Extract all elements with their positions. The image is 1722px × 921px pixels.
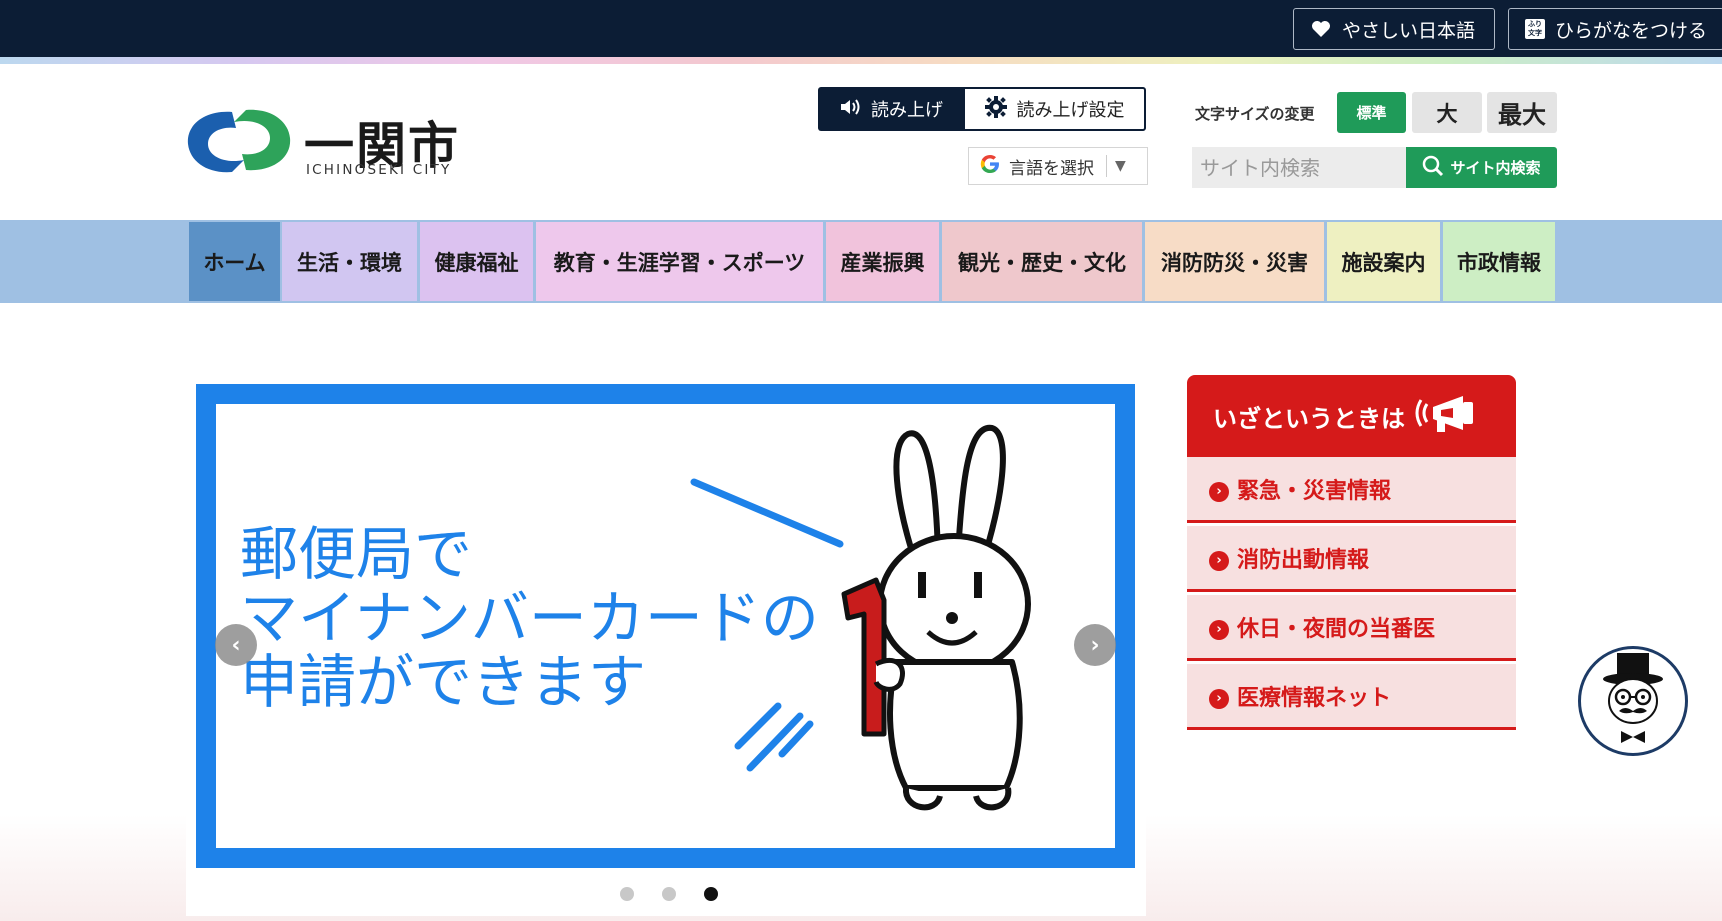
- nav-item-health-welfare[interactable]: 健康福祉: [420, 222, 533, 301]
- logo-english-name: ICHINOSEKI CITY: [306, 162, 452, 178]
- furigana-icon: ふり文字: [1525, 19, 1545, 39]
- nav-item-label: 市政情報: [1457, 250, 1541, 275]
- nav-item-label: 観光・歴史・文化: [958, 250, 1126, 275]
- site-search-input[interactable]: [1192, 147, 1408, 188]
- search-icon: [1422, 155, 1444, 181]
- google-icon: [979, 153, 1001, 180]
- read-aloud-settings-label: 読み上げ設定: [1016, 100, 1125, 121]
- nav-item-facilities[interactable]: 施設案内: [1327, 222, 1440, 301]
- nav-item-city-info[interactable]: 市政情報: [1443, 222, 1555, 301]
- dropdown-arrow-icon: ▼: [1115, 158, 1126, 174]
- slider-dot-1[interactable]: [620, 887, 634, 901]
- city-emblem-icon: [187, 109, 291, 173]
- language-select[interactable]: 言語を選択 ▼: [968, 147, 1148, 185]
- divider: [1106, 155, 1107, 177]
- nav-item-home[interactable]: ホーム: [189, 222, 280, 301]
- nav-item-label: 生活・環境: [297, 250, 402, 275]
- nav-item-education-sports[interactable]: 教育・生涯学習・スポーツ: [536, 222, 823, 301]
- site-logo[interactable]: 一関市 ICHINOSEKI CITY: [184, 104, 484, 184]
- font-size-label: 文字サイズの変更: [1195, 105, 1315, 123]
- slide-my-number-card[interactable]: 郵便局で マイナンバーカードの 申請ができます: [196, 384, 1135, 868]
- nav-item-label: ホーム: [203, 250, 266, 275]
- font-size-large-button[interactable]: 大: [1412, 92, 1482, 133]
- nav-item-label: 教育・生涯学習・スポーツ: [553, 250, 806, 275]
- furigana-label: ひらがなをつける: [1555, 19, 1708, 42]
- gentleman-mascot-icon: [1603, 653, 1663, 743]
- emergency-link-label: 消防出動情報: [1237, 547, 1370, 573]
- nav-item-tourism-history[interactable]: 観光・歴史・文化: [942, 222, 1142, 301]
- read-aloud-settings-button[interactable]: 読み上げ設定: [963, 87, 1146, 131]
- slider-prev-button[interactable]: ‹: [215, 624, 257, 666]
- read-aloud-button[interactable]: 読み上げ: [818, 87, 964, 131]
- emergency-link-label: 休日・夜間の当番医: [1237, 616, 1436, 642]
- site-search-button-label: サイト内検索: [1450, 159, 1541, 177]
- slider-dot-3[interactable]: [704, 887, 718, 901]
- nav-item-label: 産業振興: [840, 250, 925, 275]
- slider-dots: [620, 887, 718, 901]
- mascot-help-button[interactable]: [1578, 646, 1688, 756]
- emergency-link-fire-dispatch[interactable]: › 消防出動情報: [1187, 526, 1516, 592]
- chevron-right-icon: ›: [1209, 688, 1229, 709]
- slider-next-button[interactable]: ›: [1074, 624, 1116, 666]
- emergency-link-label: 緊急・災害情報: [1237, 478, 1392, 504]
- nav-item-label: 消防防災・災害: [1161, 250, 1308, 275]
- emergency-panel-header: いざというときは: [1187, 375, 1516, 457]
- emergency-link-medical-info[interactable]: › 医療情報ネット: [1187, 664, 1516, 730]
- heart-icon: [1310, 18, 1332, 40]
- emergency-link-disaster[interactable]: › 緊急・災害情報: [1187, 457, 1516, 523]
- furigana-button[interactable]: ふり文字 ひらがなをつける: [1508, 8, 1722, 50]
- gear-icon: [984, 95, 1007, 123]
- site-search-button[interactable]: サイト内検索: [1406, 147, 1557, 188]
- hero-slider: 郵便局で マイナンバーカードの 申請ができます: [186, 370, 1146, 916]
- read-aloud-label: 読み上げ: [871, 100, 943, 121]
- slider-dot-2[interactable]: [662, 887, 676, 901]
- chevron-right-icon: ›: [1209, 619, 1229, 640]
- nav-item-label: 健康福祉: [434, 250, 519, 275]
- nav-item-life-environment[interactable]: 生活・環境: [282, 222, 417, 301]
- language-select-label: 言語を選択: [1009, 158, 1094, 179]
- rainbow-stripe: [0, 57, 1722, 64]
- emergency-link-label: 医療情報ネット: [1237, 685, 1392, 711]
- nav-item-industry[interactable]: 産業振興: [826, 222, 939, 301]
- easy-japanese-button[interactable]: やさしい日本語: [1293, 8, 1495, 50]
- chevron-right-icon: ›: [1209, 481, 1229, 502]
- font-size-standard-button[interactable]: 標準: [1337, 92, 1406, 133]
- chevron-right-icon: ›: [1209, 550, 1229, 571]
- speaker-icon: [839, 97, 861, 122]
- easy-japanese-label: やさしい日本語: [1342, 19, 1476, 42]
- mynumber-rabbit-illustration: [690, 424, 1031, 811]
- global-nav: ホーム 生活・環境 健康福祉 教育・生涯学習・スポーツ 産業振興 観光・歴史・文…: [0, 220, 1722, 303]
- emergency-link-on-duty-doctor[interactable]: › 休日・夜間の当番医: [1187, 595, 1516, 661]
- nav-item-label: 施設案内: [1341, 250, 1426, 275]
- megaphone-icon: [1411, 388, 1483, 444]
- emergency-title: いざというときは: [1213, 404, 1405, 433]
- font-size-max-button[interactable]: 最大: [1487, 92, 1557, 133]
- emergency-panel: いざというときは › 緊急・災害情報 › 消防出動情報 › 休日・夜間の当番医 …: [1187, 375, 1516, 737]
- nav-item-fire-disaster[interactable]: 消防防災・災害: [1145, 222, 1324, 301]
